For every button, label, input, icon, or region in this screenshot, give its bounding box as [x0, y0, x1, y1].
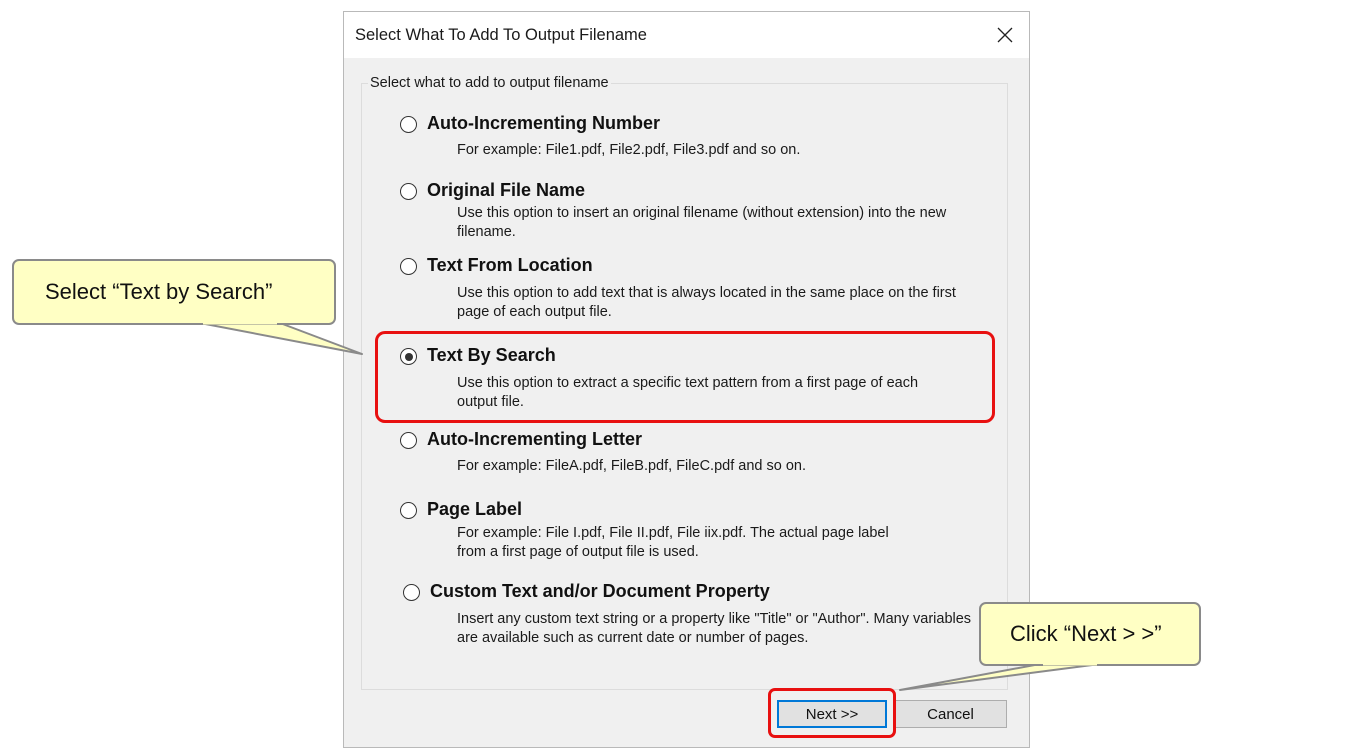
callout-tail-joins [0, 0, 1364, 754]
